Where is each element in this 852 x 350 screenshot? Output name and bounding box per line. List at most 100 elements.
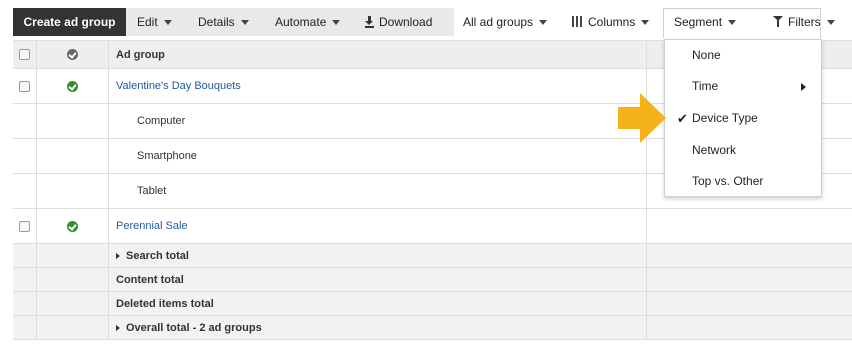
all-ad-groups-filter[interactable]: All ad groups [463,8,548,36]
row-status-cell [37,174,109,208]
download-icon [365,16,374,28]
segment-option-label: None [692,48,721,62]
segment-option-time[interactable]: Time [665,71,821,102]
expand-triangle-icon [116,252,120,259]
total-row: Overall total - 2 ad groups [13,316,852,340]
total-extra-cell [647,244,852,267]
segment-label-smartphone: Smartphone [137,150,197,162]
segment-label-computer: Computer [137,115,186,127]
funnel-icon [773,16,783,27]
automate-label: Automate [275,15,327,29]
check-icon: ✔ [677,111,688,126]
row-name-cell: Perennial Sale [109,209,647,243]
row-name-cell: Valentine's Day Bouquets [109,69,647,103]
download-button[interactable]: Download [365,8,432,36]
ad-group-column-header: Ad group [116,48,165,61]
total-blank-cell [13,244,37,267]
ad-group-link[interactable]: Perennial Sale [116,220,188,232]
ad-group-link[interactable]: Valentine's Day Bouquets [116,80,241,92]
total-row: Deleted items total [13,292,852,316]
toolbar: Create ad group Edit Details Automate Do… [13,8,852,38]
total-blank-cell [13,316,37,339]
details-label: Details [198,15,235,29]
edit-menu-button[interactable]: Edit [137,8,172,36]
content-total-cell: Content total [109,268,647,291]
create-ad-group-button[interactable]: Create ad group [13,8,126,36]
total-row: Content total [13,268,852,292]
segment-option-label: Network [692,143,737,157]
deleted-items-total-label: Deleted items total [116,297,214,310]
filters-menu-button[interactable]: Filters [773,8,835,36]
chevron-down-icon [728,20,737,26]
columns-menu-button[interactable]: Columns [572,8,650,36]
segment-menu-button[interactable]: Segment [674,8,737,36]
total-blank-cell [37,268,109,291]
segment-option-none[interactable]: None [665,40,821,71]
row-checkbox-cell [13,104,37,138]
row-name-cell: Tablet [109,174,647,208]
total-blank-cell [13,268,37,291]
edit-label: Edit [137,15,158,29]
table-row: Perennial Sale [13,209,852,244]
search-total-cell[interactable]: Search total [109,244,647,267]
expand-triangle-icon [116,324,120,331]
search-total-label: Search total [126,249,189,262]
total-blank-cell [37,292,109,315]
segment-option-label: Time [692,79,719,93]
chevron-down-icon [826,20,835,26]
row-checkbox[interactable] [19,220,30,232]
segment-option-label: Device Type [692,111,758,125]
row-checkbox-cell [13,69,37,103]
segment-dropdown-menu: None Time ✔ Device Type Network Top vs. O… [664,39,822,197]
chevron-down-icon [332,20,341,26]
columns-icon [572,16,584,27]
download-label: Download [379,15,433,29]
select-all-checkbox[interactable] [19,49,30,60]
total-blank-cell [13,292,37,315]
content-total-label: Content total [116,273,184,286]
all-ad-groups-label: All ad groups [463,15,534,29]
row-checkbox[interactable] [19,80,30,92]
submenu-arrow-icon [801,83,806,91]
deleted-items-total-cell: Deleted items total [109,292,647,315]
segment-option-top-vs-other[interactable]: Top vs. Other [665,166,821,197]
total-extra-cell [647,292,852,315]
row-extra-cell [647,209,852,243]
row-checkbox-cell [13,139,37,173]
chevron-down-icon [240,20,249,26]
row-name-cell: Smartphone [109,139,647,173]
total-row: Search total [13,244,852,268]
filters-label: Filters [788,15,821,29]
row-status-cell [37,139,109,173]
segment-option-device-type[interactable]: ✔ Device Type [665,103,821,134]
row-status-cell [37,104,109,138]
overall-total-cell[interactable]: Overall total - 2 ad groups [109,316,647,339]
chevron-down-icon [539,20,548,26]
segment-option-label: Top vs. Other [692,174,764,188]
segment-label-tablet: Tablet [137,185,167,197]
header-status-cell [37,41,109,68]
row-checkbox-cell [13,209,37,243]
row-name-cell: Computer [109,104,647,138]
total-blank-cell [37,316,109,339]
segment-label: Segment [674,15,723,29]
total-blank-cell [37,244,109,267]
status-column-icon[interactable] [67,49,78,60]
header-checkbox-cell [13,41,37,68]
details-menu-button[interactable]: Details [198,8,249,36]
total-extra-cell [647,268,852,291]
chevron-down-icon [163,20,172,26]
total-extra-cell [647,316,852,339]
row-status-cell [37,69,109,103]
header-name-cell[interactable]: Ad group [109,41,647,68]
row-checkbox-cell [13,174,37,208]
columns-label: Columns [588,15,636,29]
overall-total-label: Overall total - 2 ad groups [126,321,262,334]
enabled-status-icon[interactable] [67,80,78,92]
automate-menu-button[interactable]: Automate [275,8,341,36]
yellow-arrow-pointer-icon [618,93,666,143]
enabled-status-icon[interactable] [67,220,78,232]
chevron-down-icon [641,20,650,26]
row-status-cell [37,209,109,243]
segment-option-network[interactable]: Network [665,135,821,166]
